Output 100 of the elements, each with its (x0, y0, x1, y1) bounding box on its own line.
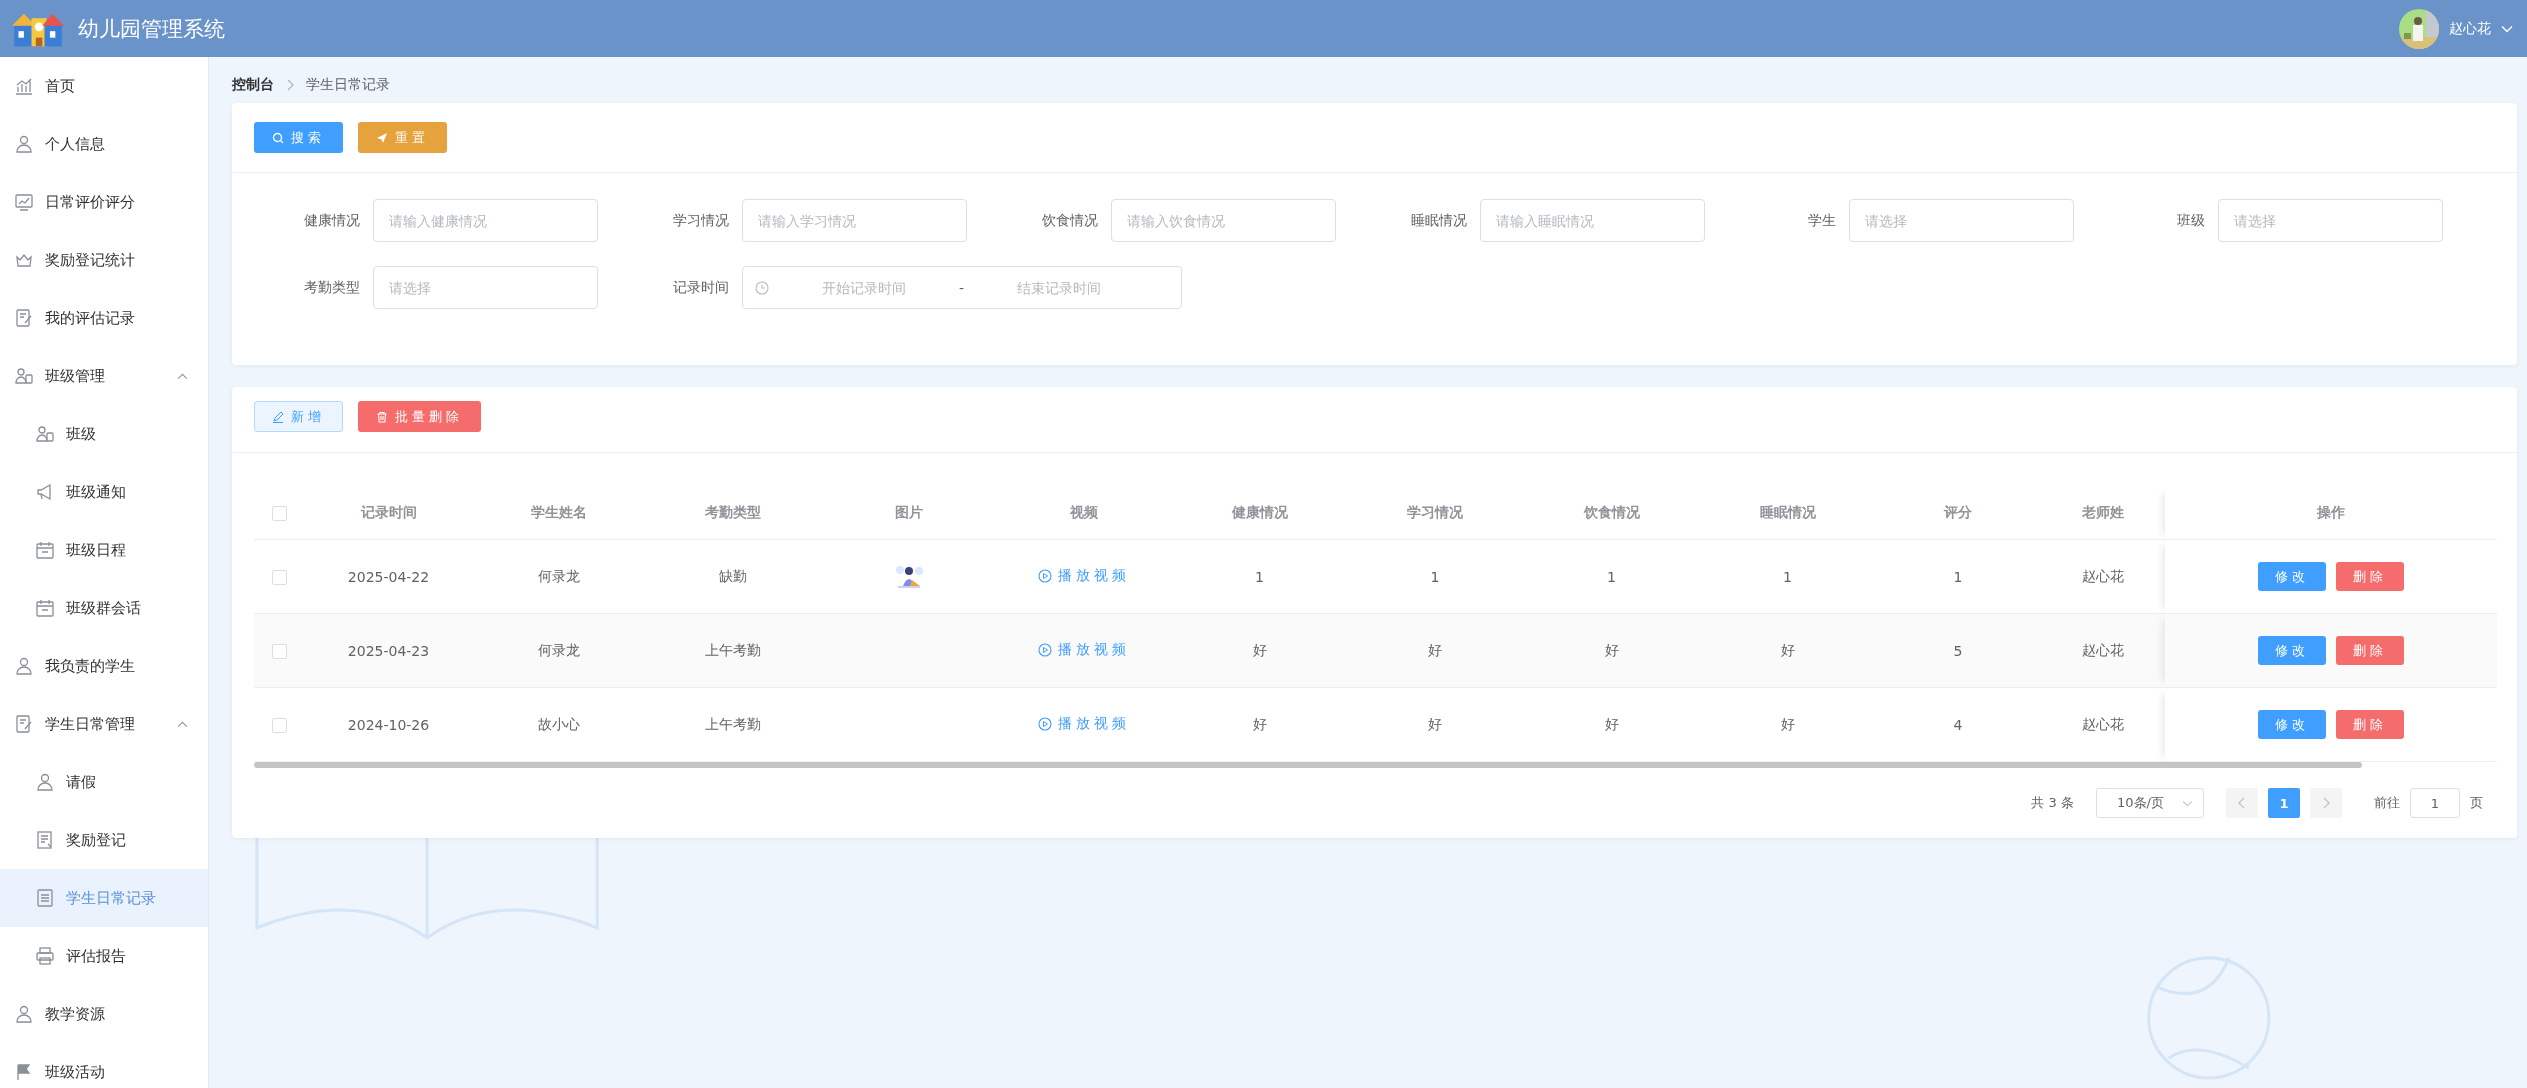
checkbox[interactable] (271, 643, 287, 659)
filter-label: 记录时间 (672, 278, 729, 297)
people-icon (14, 366, 34, 386)
filter-label: 考勤类型 (303, 278, 360, 297)
table-cell: 好 (1604, 641, 1619, 658)
person-icon (14, 134, 34, 154)
input-field[interactable]: 请输入健康情况 (373, 199, 598, 242)
table-row[interactable]: 2025-04-23 何录龙 上午考勤 播放视频 好 好 好 好 5 赵心花 修改 删除 (254, 613, 2497, 688)
table-row[interactable]: 2024-10-26 故小心 上午考勤 播放视频 好 好 好 好 4 赵心花 修改 删除 (254, 687, 2497, 762)
paper-plane-icon (376, 131, 388, 144)
clock-icon (755, 280, 769, 295)
menu-item[interactable]: 评估报告 (0, 927, 208, 985)
checkbox[interactable] (271, 506, 287, 522)
table-row[interactable]: 2025-04-22 何录龙 缺勤 播放视频 1 1 1 1 1 赵心花 修改 删除 (254, 539, 2497, 614)
people-icon (35, 424, 55, 444)
menu-item[interactable]: 教学资源 (0, 985, 208, 1043)
breadcrumb-item: 学生日常记录 (306, 76, 390, 94)
checkbox[interactable] (271, 717, 287, 733)
column-header: 健康情况 (1231, 504, 1288, 520)
date-range-field[interactable]: 开始记录时间 - 结束记录时间 (742, 266, 1182, 309)
printer-icon (35, 946, 55, 966)
column-header: 记录时间 (360, 504, 417, 520)
menu-group[interactable]: 班级管理 (0, 347, 208, 405)
menu-group[interactable]: 学生日常管理 (0, 695, 208, 753)
menu-item[interactable]: 我负责的学生 (0, 637, 208, 695)
table-cell: 2024-10-26 (347, 716, 430, 733)
menu-item[interactable]: 班级通知 (0, 463, 208, 521)
table-cell: 赵心花 (2082, 567, 2124, 584)
chevron-right-icon (286, 79, 294, 91)
filter-label: 健康情况 (303, 211, 360, 230)
breadcrumb-item[interactable]: 控制台 (232, 76, 274, 94)
input-field[interactable]: 请输入学习情况 (742, 199, 967, 242)
column-header: 图片 (894, 504, 923, 520)
total-count: 共 3 条 (2031, 794, 2074, 812)
table-cell: 2025-04-23 (347, 642, 430, 659)
table-cell: 何录龙 (538, 567, 580, 584)
select-field[interactable]: 请选择 (2218, 199, 2443, 242)
chevron-up-icon (177, 372, 188, 380)
column-header: 睡眠情况 (1759, 504, 1816, 520)
filter-label: 饮食情况 (1041, 211, 1098, 230)
menu-item[interactable]: 我的评估记录 (0, 289, 208, 347)
play-icon (1038, 717, 1052, 731)
page-number-field[interactable]: 1 (2410, 788, 2460, 818)
table-cell: 2025-04-22 (347, 568, 430, 585)
list-icon (35, 888, 55, 908)
person-icon (14, 656, 34, 676)
form-icon (35, 830, 55, 850)
table-cell: 何录龙 (538, 641, 580, 658)
menu-item[interactable]: 班级 (0, 405, 208, 463)
input-field[interactable]: 请输入饮食情况 (1111, 199, 1336, 242)
menu-item[interactable]: 请假 (0, 753, 208, 811)
column-header: 学习情况 (1407, 504, 1463, 520)
previous-page-button[interactable] (2226, 788, 2258, 818)
menu-item[interactable]: 个人信息 (0, 115, 208, 173)
person-icon (14, 1004, 34, 1024)
table-cell: 好 (1252, 641, 1267, 658)
search-icon (272, 131, 284, 144)
table-cell: 好 (1604, 715, 1619, 732)
chevron-left-icon (2238, 797, 2246, 809)
menu-item[interactable]: 首页 (0, 57, 208, 115)
menu-item[interactable]: 班级活动 (0, 1043, 208, 1088)
table-cell: 好 (1428, 641, 1442, 658)
pencil-icon (272, 410, 284, 423)
filter-label: 学习情况 (672, 211, 729, 230)
select-field[interactable]: 请选择 (1849, 199, 2074, 242)
table-cell: 好 (1428, 715, 1442, 732)
table-cell: 1 (1430, 568, 1440, 585)
menu-item[interactable]: 奖励登记 (0, 811, 208, 869)
table-cell: 好 (1780, 715, 1795, 732)
column-header: 评分 (1944, 504, 1972, 520)
calendar-icon (35, 598, 55, 618)
input-field[interactable]: 请输入睡眠情况 (1480, 199, 1705, 242)
table-cell: 好 (1780, 641, 1795, 658)
page-suffix: 页 (2470, 794, 2483, 812)
chevron-up-icon (177, 720, 188, 728)
column-header: 老师姓 (2082, 504, 2124, 520)
table-cell: 缺勤 (719, 567, 747, 584)
menu-item[interactable]: 日常评价评分 (0, 173, 208, 231)
table-cell: 好 (1252, 715, 1267, 732)
menu-item[interactable]: 班级日程 (0, 521, 208, 579)
table-cell: 赵心花 (2082, 641, 2124, 658)
next-page-button[interactable] (2310, 788, 2342, 818)
column-header: 视频 (1070, 504, 1098, 520)
page-size-select[interactable]: 10条/页 (2096, 788, 2204, 818)
column-header: 操作 (2317, 504, 2345, 520)
play-icon (1038, 569, 1052, 583)
menu-item[interactable]: 班级群会话 (0, 579, 208, 637)
board-icon (14, 192, 34, 212)
calendar-icon (35, 540, 55, 560)
chevron-down-icon[interactable] (2501, 24, 2513, 33)
scrollbar[interactable] (254, 762, 2362, 768)
table-cell: 1 (1607, 568, 1616, 585)
select-field[interactable]: 请选择 (373, 266, 598, 309)
trash-icon (376, 410, 388, 423)
table-cell: 赵心花 (2082, 715, 2124, 732)
checkbox[interactable] (271, 569, 287, 585)
table-cell: 1 (1783, 568, 1792, 585)
menu-item[interactable]: 奖励登记统计 (0, 231, 208, 289)
range-separator: - (959, 279, 965, 296)
app-title: 幼儿园管理系统 (78, 15, 225, 43)
